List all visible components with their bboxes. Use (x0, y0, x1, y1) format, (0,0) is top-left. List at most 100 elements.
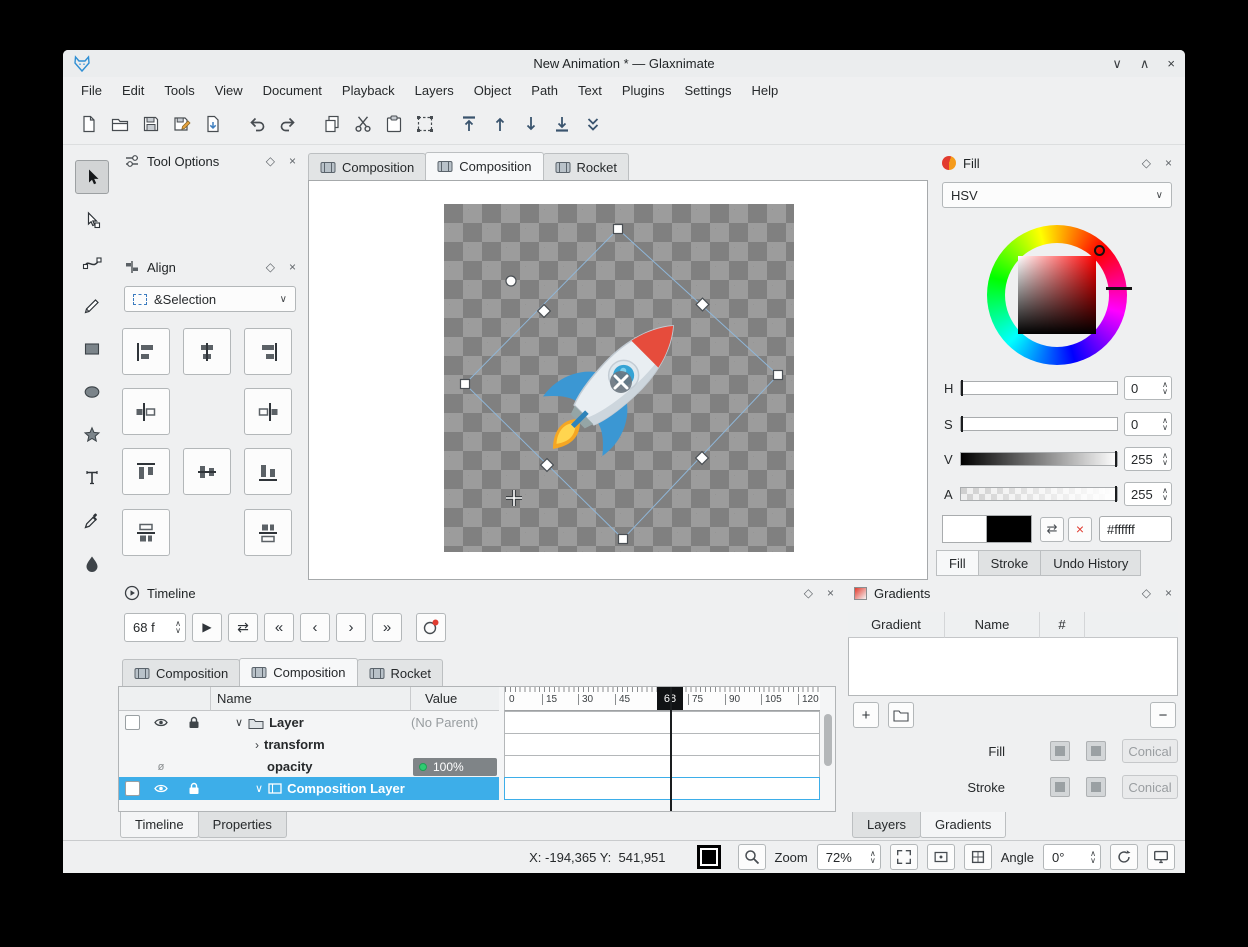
rotate-handle[interactable] (506, 276, 516, 286)
align-outside-top-button[interactable] (122, 509, 170, 556)
secondary-color-swatch[interactable] (987, 515, 1032, 543)
value-slider[interactable] (960, 452, 1118, 466)
color-wheel[interactable] (987, 225, 1127, 365)
close-panel-icon[interactable]: × (289, 154, 296, 168)
go-first-frame-button[interactable]: « (264, 613, 294, 642)
float-panel-icon[interactable]: ◇ (804, 586, 813, 600)
current-color-indicator[interactable] (697, 845, 721, 869)
freehand-tool-button[interactable] (75, 289, 109, 323)
close-button[interactable]: × (1167, 56, 1175, 72)
canvas-tab-composition-2[interactable]: Composition (425, 152, 543, 180)
saturation-slider[interactable] (960, 417, 1118, 431)
timeline-tab-composition-1[interactable]: Composition (122, 659, 240, 686)
reset-rotation-button[interactable] (1110, 844, 1138, 870)
draw-bezier-tool-button[interactable] (75, 246, 109, 280)
expander-icon[interactable]: › (255, 738, 259, 752)
slider-handle[interactable] (1115, 486, 1117, 502)
spin-down-icon[interactable]: ∨ (1090, 857, 1096, 864)
frame-view-button[interactable] (964, 844, 992, 870)
menu-file[interactable]: File (71, 79, 112, 102)
star-tool-button[interactable] (75, 418, 109, 452)
scale-handle[interactable] (461, 380, 470, 389)
spin-down-icon[interactable]: ∨ (1162, 388, 1168, 395)
color-model-select[interactable]: HSV ∨ (942, 182, 1172, 208)
loop-button[interactable]: ⇄ (228, 613, 258, 642)
select-tool-button[interactable] (75, 160, 109, 194)
layer-color-swatch[interactable] (125, 715, 140, 730)
float-panel-icon[interactable]: ◇ (1142, 586, 1151, 600)
lower-to-bottom-button[interactable] (546, 109, 577, 140)
selection-overlay[interactable] (461, 225, 783, 544)
align-left-button[interactable] (122, 328, 170, 375)
gradient-list[interactable] (848, 638, 1178, 696)
transform-row[interactable]: › transform (119, 733, 499, 756)
anchor-handle[interactable] (610, 371, 632, 393)
float-panel-icon[interactable]: ◇ (1142, 156, 1151, 170)
color-picker-tool-button[interactable] (75, 504, 109, 538)
tab-undo-history[interactable]: Undo History (1040, 550, 1141, 576)
align-outside-right-button[interactable] (244, 388, 292, 435)
next-frame-button[interactable]: › (336, 613, 366, 642)
undo-button[interactable] (241, 109, 272, 140)
menu-path[interactable]: Path (521, 79, 568, 102)
layer-name[interactable]: Layer (269, 715, 304, 730)
export-button[interactable] (197, 109, 228, 140)
keyframe-lane[interactable] (504, 711, 820, 734)
menu-tools[interactable]: Tools (154, 79, 204, 102)
canvas-tab-rocket[interactable]: Rocket (543, 153, 629, 180)
edge-handle[interactable] (538, 305, 551, 318)
align-right-button[interactable] (244, 328, 292, 375)
hue-marker[interactable] (1094, 245, 1105, 256)
timeline-scrollbar[interactable] (824, 714, 832, 766)
new-file-button[interactable] (73, 109, 104, 140)
eye-icon[interactable] (153, 783, 169, 794)
menu-object[interactable]: Object (464, 79, 522, 102)
fit-view-button[interactable] (890, 844, 918, 870)
align-target-select[interactable]: &Selection ∨ (124, 286, 296, 312)
remove-gradient-button[interactable]: − (1150, 702, 1176, 728)
text-tool-button[interactable] (75, 461, 109, 495)
expander-icon[interactable]: ∨ (255, 782, 263, 795)
close-panel-icon[interactable]: × (827, 586, 834, 600)
edit-nodes-tool-button[interactable] (75, 203, 109, 237)
clear-color-button[interactable]: × (1068, 517, 1092, 542)
fill-tool-button[interactable] (75, 547, 109, 581)
raise-button[interactable] (484, 109, 515, 140)
opacity-value-badge[interactable]: 100% (413, 758, 497, 776)
align-h-center-button[interactable] (183, 328, 231, 375)
rectangle-tool-button[interactable] (75, 332, 109, 366)
spin-down-icon[interactable]: ∨ (175, 627, 181, 634)
gradient-column-header[interactable]: Gradient (848, 612, 945, 638)
layer-name[interactable]: Composition Layer (287, 781, 405, 796)
tab-properties[interactable]: Properties (198, 812, 287, 838)
menu-settings[interactable]: Settings (675, 79, 742, 102)
hue-spinbox[interactable]: 0∧∨ (1124, 376, 1172, 400)
float-panel-icon[interactable]: ◇ (266, 154, 275, 168)
spin-down-icon[interactable]: ∨ (1162, 424, 1168, 431)
scale-handle[interactable] (614, 225, 623, 234)
expander-icon[interactable]: ∨ (235, 716, 243, 729)
ellipse-tool-button[interactable] (75, 375, 109, 409)
current-color-swatch[interactable] (942, 515, 987, 543)
timeline-ruler[interactable]: 0 15 30 45 75 90 105 120 68 (504, 687, 820, 711)
stroke-gradient-type[interactable]: Conical (1122, 775, 1178, 799)
open-file-button[interactable] (104, 109, 135, 140)
spin-down-icon[interactable]: ∨ (1162, 494, 1168, 501)
close-panel-icon[interactable]: × (1165, 586, 1172, 600)
tab-layers[interactable]: Layers (852, 812, 921, 838)
tab-stroke[interactable]: Stroke (978, 550, 1042, 576)
sv-marker[interactable] (1106, 287, 1132, 290)
stroke-gradient-swatch[interactable] (1050, 777, 1070, 797)
edge-handle[interactable] (696, 298, 709, 311)
fill-gradient-swatch[interactable] (1050, 741, 1070, 761)
property-name[interactable]: transform (264, 737, 325, 752)
slider-handle[interactable] (961, 416, 963, 432)
count-column-header[interactable]: # (1040, 612, 1085, 638)
paste-button[interactable] (378, 109, 409, 140)
play-button[interactable]: ▶ (192, 613, 222, 642)
alpha-spinbox[interactable]: 255∧∨ (1124, 482, 1172, 506)
property-name[interactable]: opacity (267, 759, 313, 774)
align-v-center-button[interactable] (183, 448, 231, 495)
fill-gradient-swatch-2[interactable] (1086, 741, 1106, 761)
name-column-header[interactable]: Name (945, 612, 1040, 638)
